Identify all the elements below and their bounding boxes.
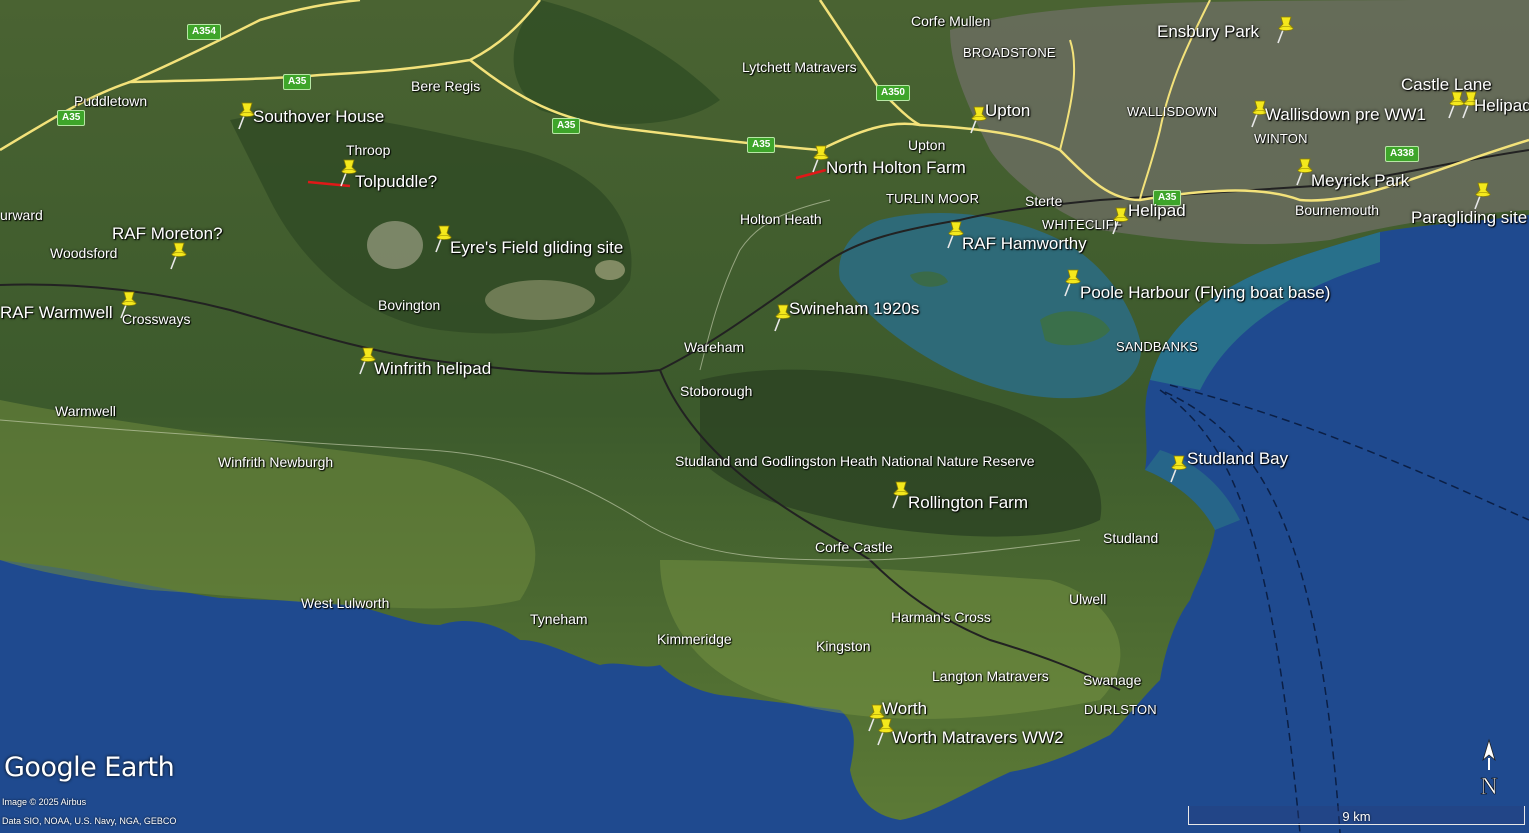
place-label: Woodsford	[50, 245, 118, 261]
place-label: SANDBANKS	[1116, 339, 1198, 354]
road-shield: A354	[187, 24, 221, 40]
road-shield: A35	[747, 137, 776, 153]
pushpin-icon[interactable]	[118, 289, 140, 319]
place-label: Bovington	[378, 297, 441, 313]
place-label: Sterte	[1025, 193, 1063, 209]
pin-label-upton[interactable]: Upton	[985, 101, 1030, 121]
place-label: WALLISDOWN	[1127, 104, 1218, 119]
pin-label-raf-moreton[interactable]: RAF Moreton?	[112, 224, 223, 244]
pin-label-helipad-poole[interactable]: Helipad	[1128, 201, 1186, 221]
pin-label-eyres-field[interactable]: Eyre's Field gliding site	[450, 238, 623, 258]
pin-label-wallisdown[interactable]: Wallisdown pre WW1	[1265, 105, 1426, 125]
place-label: Lytchett Matravers	[742, 59, 857, 75]
place-label: Corfe Castle	[815, 539, 893, 555]
place-label: Stoborough	[680, 383, 753, 399]
pin-label-worth-matravers[interactable]: Worth Matravers WW2	[892, 728, 1064, 748]
scale-bar: 9 km	[1188, 806, 1525, 826]
pin-label-studland-bay[interactable]: Studland Bay	[1187, 449, 1288, 469]
place-label: West Lulworth	[301, 595, 390, 611]
road-shield: A338	[1385, 146, 1419, 162]
place-label: Studland and Godlingston Heath National …	[675, 453, 1035, 469]
pushpin-icon[interactable]	[168, 240, 190, 270]
place-label: Kimmeridge	[657, 631, 732, 647]
data-credit: Data SIO, NOAA, U.S. Navy, NGA, GEBCO	[2, 816, 177, 826]
place-label: Swanage	[1083, 672, 1142, 688]
pushpin-icon[interactable]	[1472, 180, 1494, 210]
pin-label-swineham[interactable]: Swineham 1920s	[789, 299, 919, 319]
pin-label-north-holton-farm[interactable]: North Holton Farm	[826, 158, 966, 178]
place-label: Bere Regis	[411, 78, 481, 94]
place-label: Wareham	[684, 339, 745, 355]
pin-label-poole-harbour[interactable]: Poole Harbour (Flying boat base)	[1080, 283, 1330, 303]
place-label: Kingston	[816, 638, 871, 654]
place-label: Corfe Mullen	[911, 13, 991, 29]
north-compass-icon[interactable]: N	[1474, 738, 1504, 800]
road-shield: A350	[876, 85, 910, 101]
pin-label-meyrick-park[interactable]: Meyrick Park	[1311, 171, 1409, 191]
road-shield: A35	[283, 74, 312, 90]
place-label: Winfrith Newburgh	[218, 454, 334, 470]
google-earth-logo: Google Earth	[4, 752, 175, 783]
place-label: BROADSTONE	[963, 45, 1056, 60]
pin-label-raf-hamworthy[interactable]: RAF Hamworthy	[962, 234, 1087, 254]
place-label: Upton	[908, 137, 946, 153]
place-label: WINTON	[1254, 131, 1308, 146]
place-label: Tyneham	[530, 611, 588, 627]
place-label: Harman's Cross	[891, 609, 991, 625]
place-label: Studland	[1103, 530, 1159, 546]
pin-label-paragliding-site[interactable]: Paragliding site	[1411, 208, 1527, 228]
pin-label-raf-warmwell[interactable]: RAF Warmwell	[0, 303, 113, 323]
pin-label-tolpuddle[interactable]: Tolpuddle?	[355, 172, 437, 192]
pushpin-icon[interactable]	[1275, 14, 1297, 44]
map-view[interactable]: Corfe Mullen BROADSTONE Puddletown Bere …	[0, 0, 1529, 833]
pin-label-southover-house[interactable]: Southover House	[253, 107, 384, 127]
place-label: Holton Heath	[740, 211, 822, 227]
pin-label-rollington-farm[interactable]: Rollington Farm	[908, 493, 1028, 513]
place-label: Warmwell	[55, 403, 116, 419]
road-shield: A35	[57, 110, 86, 126]
imagery-credit: Image © 2025 Airbus	[2, 797, 87, 807]
place-label: DURLSTON	[1084, 702, 1157, 717]
place-label: TURLIN MOOR	[886, 191, 980, 206]
place-label: Throop	[346, 142, 391, 158]
place-label: urward	[0, 207, 43, 223]
pin-label-ensbury-park[interactable]: Ensbury Park	[1157, 22, 1259, 42]
road-shield: A35	[552, 118, 581, 134]
pin-label-winfrith-helipad[interactable]: Winfrith helipad	[374, 359, 491, 379]
compass-n-label: N	[1480, 774, 1497, 800]
place-label: Ulwell	[1069, 591, 1107, 607]
place-label: Bournemouth	[1295, 202, 1380, 218]
pin-label-helipad-east[interactable]: Helipad	[1474, 96, 1529, 116]
scale-label: 9 km	[1342, 809, 1371, 824]
place-label: Puddletown	[74, 93, 148, 109]
place-label: Langton Matravers	[932, 668, 1049, 684]
